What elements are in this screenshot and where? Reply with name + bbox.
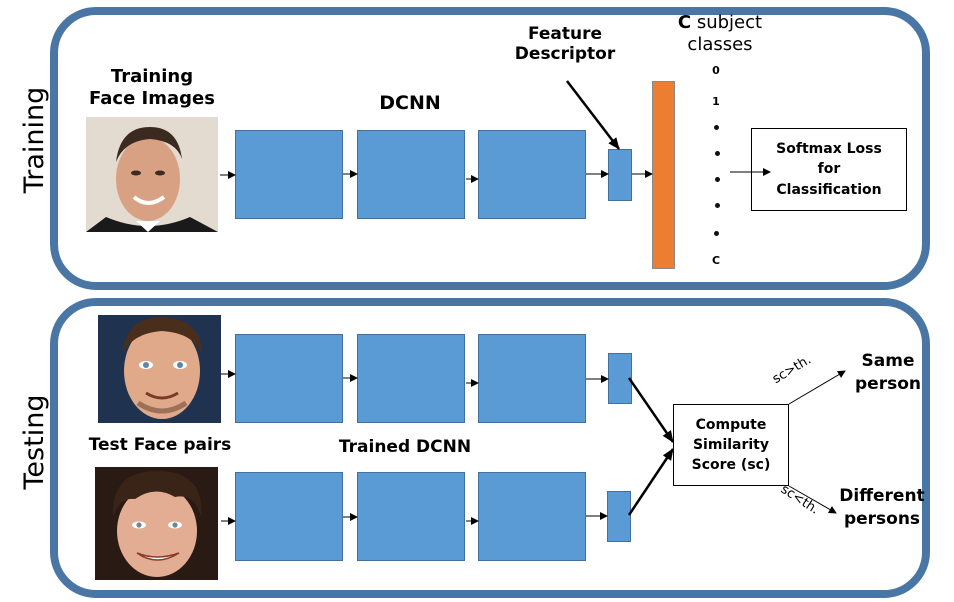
training-dcnn-layer-3 [478,130,586,219]
box-line: for [817,161,841,178]
training-feature-descriptor [608,149,632,201]
label-line: person [855,373,921,394]
box-line: Classification [776,181,882,198]
subject-classes-label: C subject classes [660,12,780,55]
ellipsis-dot [714,231,719,236]
test2-feature-descriptor [607,491,631,542]
box-line: Compute [695,416,767,433]
test2-dcnn-layer-3 [478,472,586,561]
ellipsis-dot [715,203,720,208]
test1-dcnn-layer-3 [478,334,586,423]
box-line: Softmax Loss [776,141,882,158]
ellipsis-dot [715,177,720,182]
training-side-label: Training [19,86,50,194]
dcnn-label: DCNN [379,92,441,114]
similarity-score-box: Compute Similarity Score (sc) [673,404,789,486]
softmax-loss-box: Softmax Loss for Classification [751,128,907,211]
training-dcnn-layer-2 [357,130,465,219]
class-index-1: 1 [712,95,720,108]
box-line: Score (sc) [691,457,771,474]
face-photo-training [86,117,218,232]
feature-descriptor-label: Feature Descriptor [505,24,625,65]
same-person-label: Same person [838,350,938,396]
face-photo-icon [86,117,218,232]
test2-dcnn-layer-2 [357,472,465,561]
ellipsis-dot [714,125,719,130]
label-line: classes [687,33,753,55]
test1-dcnn-layer-2 [357,334,465,423]
test1-feature-descriptor [608,353,632,404]
label-line: Feature [527,24,603,44]
classifier-layer [652,81,675,269]
box-text: Compute Similarity Score (sc) [692,415,771,476]
box-line: Similarity [692,436,770,453]
classes-rest: subject [691,12,763,33]
face-photo-test-1 [98,315,221,423]
label-line: Training [110,66,194,87]
test1-dcnn-layer-1 [235,334,343,423]
class-index-0: 0 [712,64,720,77]
face-photo-icon [98,315,221,423]
testing-side-label: Testing [19,394,50,490]
label-line: Descriptor [514,44,616,65]
class-index-c: C [711,254,721,267]
box-text: Softmax Loss for Classification [776,139,882,200]
label-line: persons [843,508,921,529]
face-photo-test-2 [95,467,218,580]
test2-dcnn-layer-1 [235,472,343,561]
face-photo-icon [95,467,218,580]
label-line: Face Images [89,87,215,109]
training-dcnn-layer-1 [235,130,343,219]
label-line: Different [839,486,925,506]
ellipsis-dot [715,151,720,156]
classes-bold: C [677,12,692,33]
label-line: C subject [660,12,780,34]
training-face-images-label: Training Face Images [82,66,222,109]
different-persons-label: Different persons [827,485,937,531]
trained-dcnn-label: Trained DCNN [338,437,472,457]
test-face-pairs-label: Test Face pairs [88,435,232,455]
label-line: Same [861,351,915,371]
